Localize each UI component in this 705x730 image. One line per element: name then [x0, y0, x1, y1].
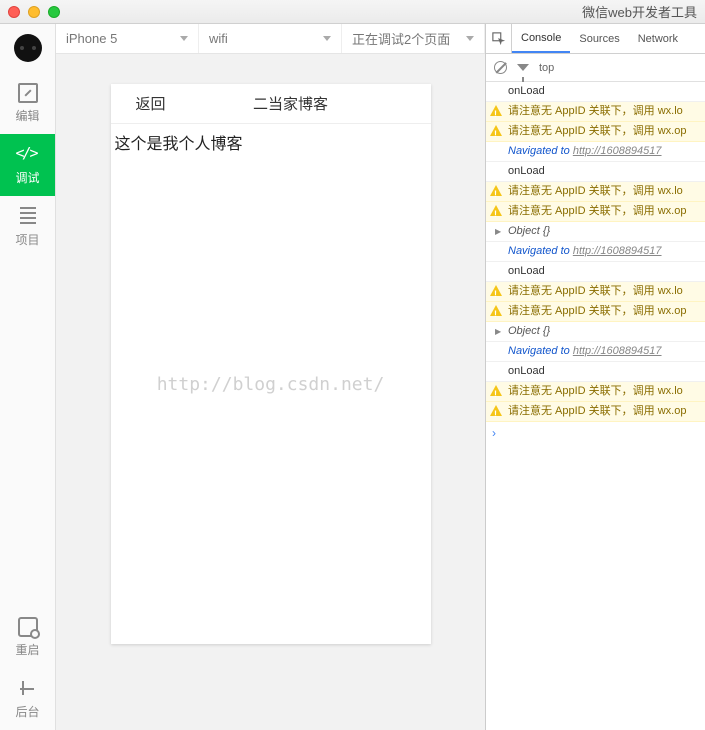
console-row[interactable]: Navigated to http://1608894517: [486, 242, 705, 262]
debug-icon: [18, 145, 38, 165]
tab-network[interactable]: Network: [629, 24, 687, 53]
console-row[interactable]: 请注意无 AppID 关联下，调用 wx.op: [486, 122, 705, 142]
tab-console[interactable]: Console: [512, 24, 570, 53]
sidebar-item-label: 后台: [15, 703, 39, 720]
project-icon: [18, 207, 38, 227]
phone-frame: 返回 二当家博客 这个是我个人博客 http://blog.csdn.net/: [111, 84, 431, 644]
console-row[interactable]: onLoad: [486, 82, 705, 102]
scope-select[interactable]: top: [539, 62, 554, 74]
preview-viewport: 返回 二当家博客 这个是我个人博客 http://blog.csdn.net/: [56, 54, 485, 730]
sidebar: 编辑 调试 项目 重启 后台: [0, 24, 56, 730]
page-title: 二当家博客: [191, 93, 431, 114]
app-header: 返回 二当家博客: [111, 84, 431, 124]
page-select[interactable]: 正在调试2个页面: [342, 24, 485, 53]
back-button[interactable]: 返回: [111, 93, 191, 114]
backend-icon: [18, 679, 38, 699]
network-select[interactable]: wifi: [199, 24, 342, 53]
watermark: http://blog.csdn.net/: [157, 374, 385, 395]
edit-icon: [18, 83, 38, 103]
inspect-button[interactable]: [486, 24, 512, 53]
restart-icon: [18, 617, 38, 637]
network-select-value: wifi: [209, 31, 228, 46]
console-row[interactable]: onLoad: [486, 162, 705, 182]
console-row[interactable]: 请注意无 AppID 关联下，调用 wx.lo: [486, 282, 705, 302]
sidebar-item-edit[interactable]: 编辑: [0, 72, 55, 134]
filter-icon[interactable]: [517, 64, 529, 71]
window-titlebar: 微信web开发者工具: [0, 0, 705, 24]
sidebar-item-label: 重启: [15, 641, 39, 658]
maximize-window-button[interactable]: [48, 6, 60, 18]
chevron-down-icon: [180, 36, 188, 41]
sidebar-item-restart[interactable]: 重启: [0, 606, 55, 668]
device-select[interactable]: iPhone 5: [56, 24, 199, 53]
close-window-button[interactable]: [8, 6, 20, 18]
devtools-panel: Console Sources Network top onLoad请注意无 A…: [485, 24, 705, 730]
console-row[interactable]: 请注意无 AppID 关联下，调用 wx.op: [486, 302, 705, 322]
chevron-down-icon: [323, 36, 331, 41]
device-select-value: iPhone 5: [66, 31, 117, 46]
console-row[interactable]: Navigated to http://1608894517: [486, 342, 705, 362]
console-log[interactable]: onLoad请注意无 AppID 关联下，调用 wx.lo请注意无 AppID …: [486, 82, 705, 730]
tab-sources[interactable]: Sources: [570, 24, 628, 53]
console-row[interactable]: 请注意无 AppID 关联下，调用 wx.lo: [486, 102, 705, 122]
console-row[interactable]: 请注意无 AppID 关联下，调用 wx.lo: [486, 182, 705, 202]
console-row[interactable]: Object {}: [486, 222, 705, 242]
center-area: iPhone 5 wifi 正在调试2个页面 返回 二当家博客 这个是我个人博客…: [56, 24, 485, 730]
console-row[interactable]: Object {}: [486, 322, 705, 342]
sidebar-item-backend[interactable]: 后台: [0, 668, 55, 730]
console-row[interactable]: 请注意无 AppID 关联下，调用 wx.op: [486, 402, 705, 422]
devtools-tabs: Console Sources Network: [486, 24, 705, 54]
page-select-value: 正在调试2个页面: [352, 29, 450, 48]
inspect-icon: [492, 32, 506, 46]
sidebar-item-label: 调试: [15, 169, 39, 186]
console-row[interactable]: onLoad: [486, 362, 705, 382]
minimize-window-button[interactable]: [28, 6, 40, 18]
sidebar-item-project[interactable]: 项目: [0, 196, 55, 258]
sidebar-item-label: 编辑: [15, 107, 39, 124]
sidebar-item-label: 项目: [15, 231, 39, 248]
clear-console-icon[interactable]: [494, 61, 507, 74]
preview-toolbar: iPhone 5 wifi 正在调试2个页面: [56, 24, 485, 54]
console-row[interactable]: onLoad: [486, 262, 705, 282]
console-row[interactable]: 请注意无 AppID 关联下，调用 wx.lo: [486, 382, 705, 402]
window-title: 微信web开发者工具: [582, 2, 697, 21]
console-prompt[interactable]: ›: [486, 422, 705, 445]
traffic-lights: [8, 6, 60, 18]
console-filter-bar: top: [486, 54, 705, 82]
chevron-down-icon: [466, 36, 474, 41]
console-row[interactable]: Navigated to http://1608894517: [486, 142, 705, 162]
page-content: 这个是我个人博客: [111, 124, 431, 160]
sidebar-item-debug[interactable]: 调试: [0, 134, 55, 196]
avatar[interactable]: [14, 34, 42, 62]
console-row[interactable]: 请注意无 AppID 关联下，调用 wx.op: [486, 202, 705, 222]
